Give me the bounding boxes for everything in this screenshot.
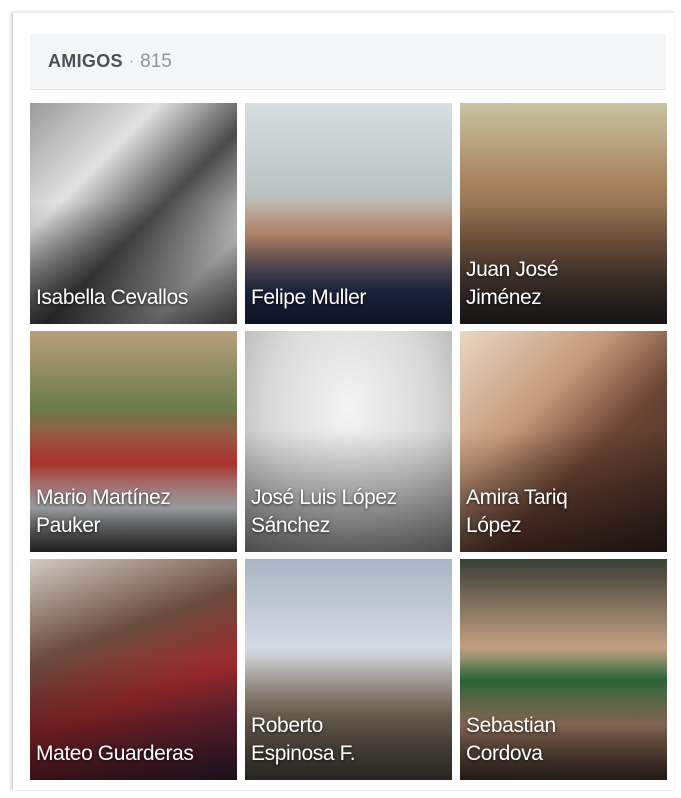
friends-grid: Isabella Cevallos Felipe Muller Juan Jos… <box>30 103 670 781</box>
friend-name[interactable]: Juan José Jiménez <box>466 256 606 312</box>
friend-name[interactable]: Mario Martínez Pauker <box>36 484 206 540</box>
friends-header: AMIGOS · 815 <box>30 34 666 90</box>
friend-name[interactable]: Roberto Espinosa F. <box>251 712 391 768</box>
friend-name[interactable]: José Luis López Sánchez <box>251 484 441 540</box>
friend-tile[interactable]: Sebastian Cordova <box>460 559 667 780</box>
friend-tile[interactable]: José Luis López Sánchez <box>245 331 452 552</box>
friend-name[interactable]: Mateo Guarderas <box>36 740 231 768</box>
friend-name[interactable]: Felipe Muller <box>251 284 446 312</box>
friend-tile[interactable]: Mario Martínez Pauker <box>30 331 237 552</box>
friend-tile[interactable]: Isabella Cevallos <box>30 103 237 324</box>
friend-tile[interactable]: Felipe Muller <box>245 103 452 324</box>
friend-name[interactable]: Sebastian Cordova <box>466 712 606 768</box>
separator-dot: · <box>128 52 135 70</box>
friend-tile[interactable]: Juan José Jiménez <box>460 103 667 324</box>
friends-title[interactable]: AMIGOS <box>48 51 123 72</box>
friend-tile[interactable]: Mateo Guarderas <box>30 559 237 780</box>
friend-tile[interactable]: Amira Tariq López <box>460 331 667 552</box>
friend-name[interactable]: Amira Tariq López <box>466 484 606 540</box>
friend-tile[interactable]: Roberto Espinosa F. <box>245 559 452 780</box>
friend-name[interactable]: Isabella Cevallos <box>36 284 231 312</box>
friends-count: 815 <box>140 50 172 72</box>
